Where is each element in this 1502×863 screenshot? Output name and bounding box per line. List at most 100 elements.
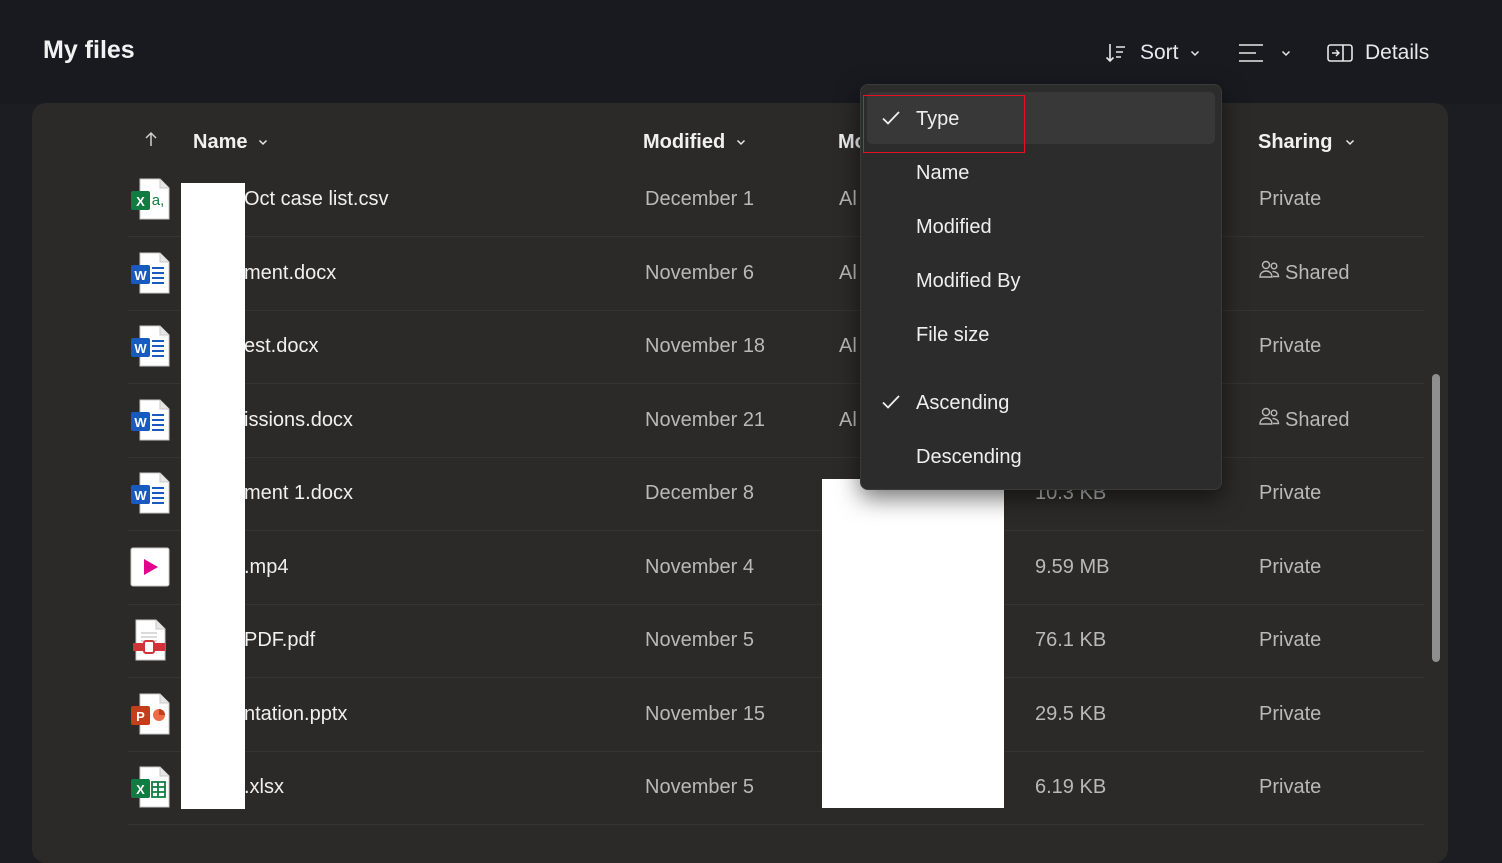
- file-name[interactable]: Oct case list.csv: [244, 163, 388, 236]
- chevron-down-icon: [1280, 47, 1292, 59]
- svg-text:a,: a,: [152, 192, 165, 209]
- redaction-block: [181, 183, 245, 809]
- column-header-modified[interactable]: Modified: [643, 128, 747, 156]
- sort-menu-item-label: Name: [916, 162, 970, 184]
- file-name[interactable]: .mp4: [244, 531, 288, 604]
- file-size: 9.59 MB: [1035, 555, 1110, 578]
- file-sharing-label: Private: [1259, 702, 1322, 725]
- details-button[interactable]: Details: [1327, 38, 1429, 68]
- file-name[interactable]: issions.docx: [244, 384, 353, 457]
- file-sharing: Private: [1259, 310, 1321, 383]
- svg-text:W: W: [134, 488, 147, 503]
- file-sharing-label: Shared: [1285, 261, 1350, 284]
- file-row[interactable]: West.docx November 18 Al Private: [128, 310, 1424, 384]
- file-name[interactable]: .xlsx: [244, 751, 284, 824]
- excel-csv-icon: a, X: [130, 178, 170, 220]
- file-modified: November 15: [645, 702, 766, 725]
- pdf-icon: [130, 619, 170, 661]
- svg-text:W: W: [134, 268, 147, 283]
- file-type-sort-arrow[interactable]: [143, 128, 159, 156]
- sort-label: Sort: [1140, 41, 1179, 64]
- file-row[interactable]: Wment.docx November 6 Al Shared: [128, 237, 1424, 311]
- file-sharing: Shared: [1259, 384, 1350, 457]
- sort-menu-item-label: Modified By: [916, 270, 1021, 292]
- chevron-down-icon: [1344, 131, 1356, 154]
- file-sharing: Private: [1259, 751, 1321, 824]
- redaction-block: [822, 479, 1004, 808]
- file-row[interactable]: Wissions.docx November 21 Al Shared: [128, 384, 1424, 458]
- svg-text:W: W: [134, 341, 147, 356]
- excel-icon: X: [130, 766, 170, 808]
- file-sharing: Private: [1259, 531, 1321, 604]
- sort-menu-item-label: Modified: [916, 216, 992, 238]
- column-header-sharing[interactable]: Sharing: [1258, 128, 1356, 156]
- sort-menu-item-modified-by[interactable]: Modified By: [867, 254, 1215, 306]
- file-modified-by: Al: [839, 335, 857, 357]
- file-size: 29.5 KB: [1035, 702, 1107, 725]
- svg-text:W: W: [134, 415, 147, 430]
- svg-text:X: X: [136, 782, 145, 797]
- svg-text:P: P: [136, 709, 145, 724]
- sort-menu-item-name[interactable]: Name: [867, 146, 1215, 198]
- chevron-down-icon: [257, 131, 269, 154]
- sort-menu-item-label: Ascending: [916, 392, 1010, 414]
- file-sharing-label: Shared: [1285, 408, 1350, 431]
- file-sharing: Private: [1259, 604, 1321, 677]
- word-icon: W: [130, 325, 170, 367]
- file-row[interactable]: Wment 1.docx December 8 10.3 KB Private: [128, 457, 1424, 531]
- file-sharing: Private: [1259, 163, 1321, 236]
- file-modified: November 5: [645, 629, 754, 651]
- file-modified-by: Al: [839, 408, 857, 431]
- file-sharing: Shared: [1259, 237, 1350, 310]
- sort-menu-item-file-size[interactable]: File size: [867, 308, 1215, 360]
- file-modified: December 8: [645, 482, 754, 504]
- checkmark-icon: [881, 393, 901, 417]
- file-modified-by: Al: [839, 188, 857, 210]
- people-icon: [1259, 237, 1285, 310]
- file-modified: November 5: [645, 776, 754, 798]
- file-sharing: Private: [1259, 457, 1321, 530]
- file-name[interactable]: est.docx: [244, 310, 318, 383]
- arrow-up-icon: [143, 130, 159, 154]
- file-size: 76.1 KB: [1035, 629, 1107, 651]
- file-name[interactable]: PDF.pdf: [244, 604, 315, 677]
- svg-text:X: X: [136, 194, 145, 209]
- details-pane-icon: [1327, 43, 1353, 63]
- sort-menu-item-descending[interactable]: Descending: [867, 430, 1215, 482]
- file-sharing-label: Private: [1259, 555, 1322, 578]
- file-row[interactable]: PDF.pdf November 5 76.1 KB Private: [128, 604, 1424, 678]
- video-icon: [130, 546, 170, 588]
- word-icon: W: [130, 252, 170, 294]
- file-row[interactable]: X .xlsx November 5 6.19 KB Private: [128, 751, 1424, 825]
- file-row[interactable]: a, X Oct case list.csv December 1 Al Private: [128, 163, 1424, 237]
- file-sharing-label: Private: [1259, 335, 1322, 357]
- file-sharing-label: Private: [1259, 776, 1322, 798]
- file-modified: November 4: [645, 555, 754, 578]
- people-icon: [1259, 384, 1285, 457]
- file-name[interactable]: ment 1.docx: [244, 457, 353, 530]
- column-header-name[interactable]: Name: [193, 128, 269, 156]
- file-row[interactable]: Pntation.pptx November 15 29.5 KB Private: [128, 678, 1424, 752]
- page-title: My files: [43, 36, 135, 64]
- sort-menu-item-label: File size: [916, 324, 990, 346]
- list-view-icon: [1238, 41, 1264, 65]
- sort-menu-item-modified[interactable]: Modified: [867, 200, 1215, 252]
- vertical-scrollbar[interactable]: [1432, 374, 1440, 662]
- sort-button[interactable]: Sort: [1104, 38, 1201, 68]
- sort-menu-item-ascending[interactable]: Ascending: [867, 376, 1215, 428]
- sort-menu-item-label: Descending: [916, 446, 1022, 468]
- file-modified: December 1: [645, 188, 754, 210]
- file-modified-by: Al: [839, 261, 857, 284]
- view-options-button[interactable]: [1238, 38, 1292, 68]
- file-row[interactable]: .mp4 November 4 9.59 MB Private: [128, 531, 1424, 605]
- sort-icon: [1104, 41, 1128, 65]
- file-sharing-label: Private: [1259, 629, 1322, 651]
- file-name[interactable]: ment.docx: [244, 237, 336, 310]
- file-sharing-label: Private: [1259, 482, 1322, 504]
- file-modified: November 6: [645, 261, 754, 284]
- file-modified: November 21: [645, 408, 766, 431]
- file-sharing-label: Private: [1259, 188, 1322, 210]
- word-icon: W: [130, 399, 170, 441]
- chevron-down-icon: [735, 131, 747, 154]
- file-name[interactable]: ntation.pptx: [244, 678, 347, 751]
